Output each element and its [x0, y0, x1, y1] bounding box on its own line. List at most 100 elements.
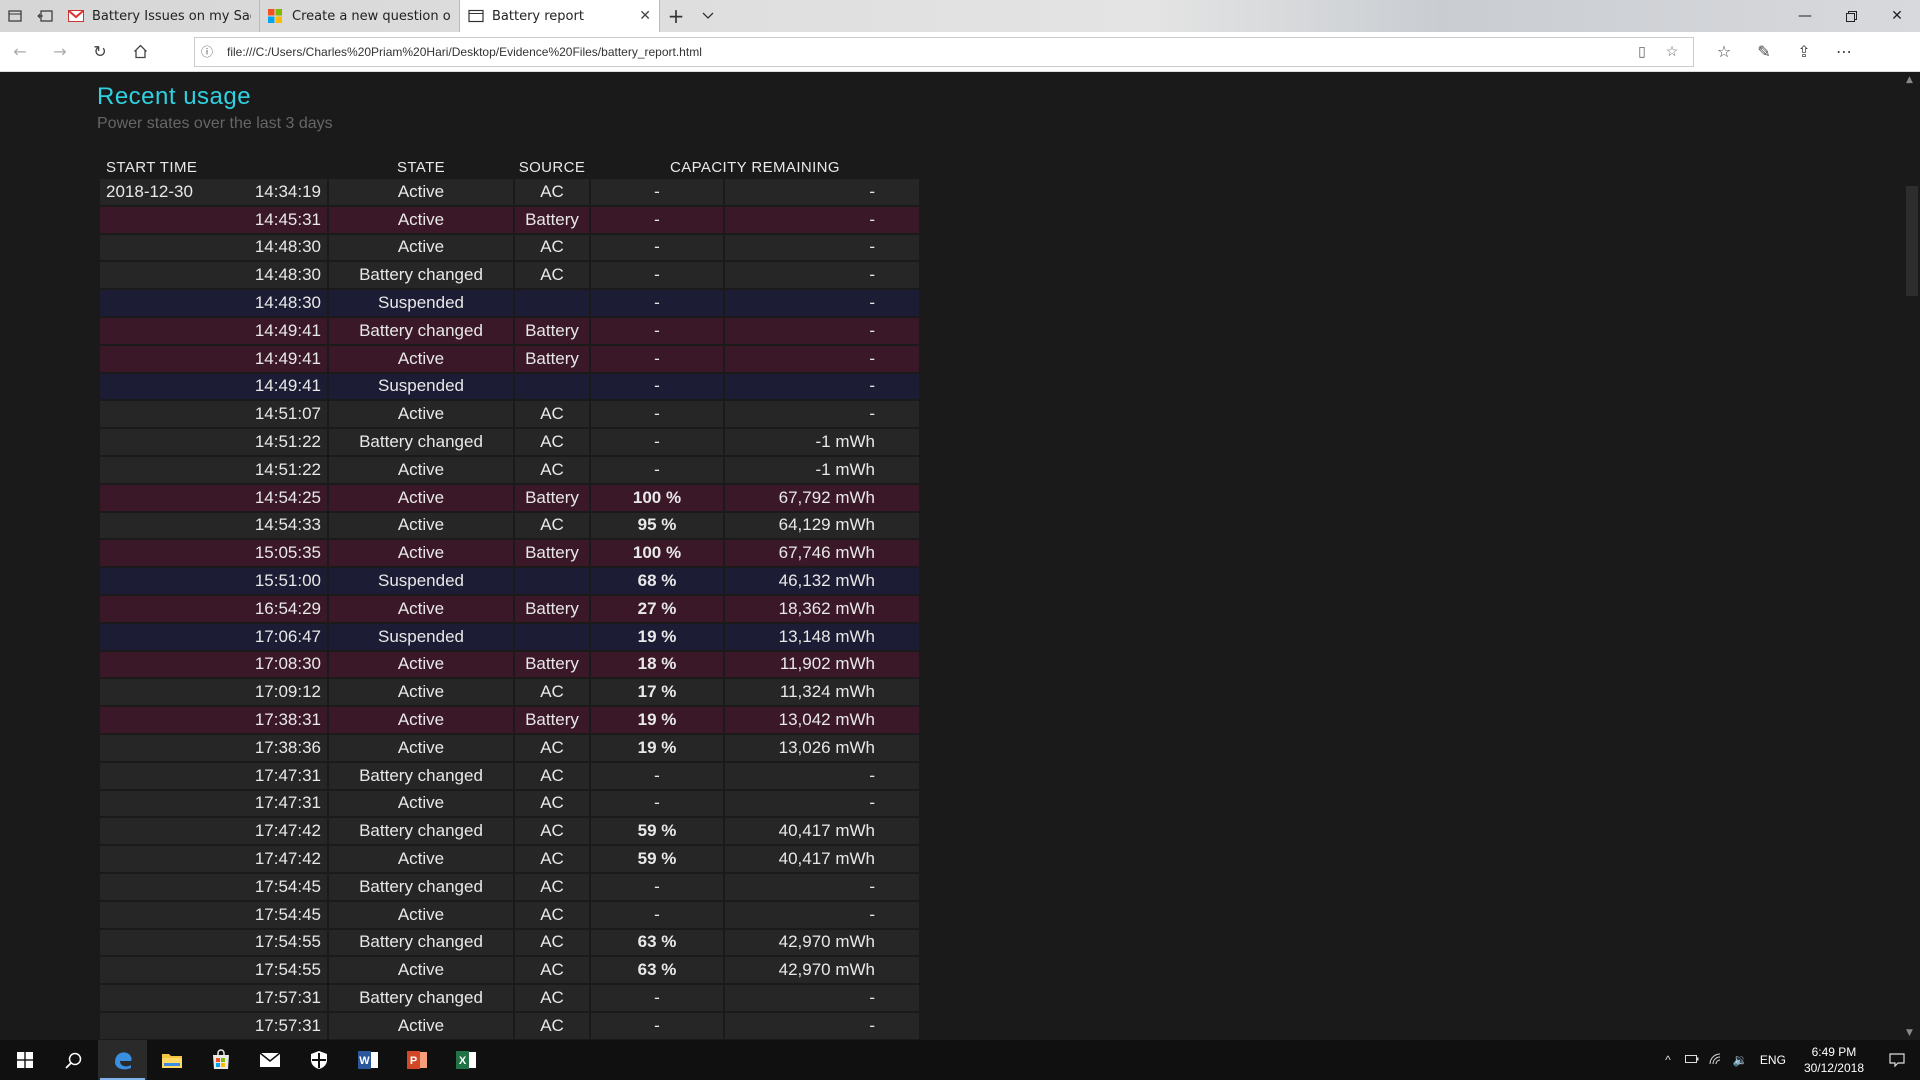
- capacity-percent-cell: -: [591, 429, 723, 455]
- svg-text:W: W: [359, 1055, 370, 1067]
- clock[interactable]: 6:49 PM 30/12/2018: [1794, 1044, 1874, 1076]
- recent-usage-table: START TIME STATE SOURCE CAPACITY REMAINI…: [98, 155, 921, 1040]
- start-time-cell: 17:54:45: [100, 901, 327, 928]
- pen-icon[interactable]: ✎: [1744, 32, 1784, 72]
- action-center-icon[interactable]: [1874, 1052, 1920, 1068]
- start-time-cell: 14:48:30: [100, 290, 327, 316]
- share-icon[interactable]: ⇪: [1784, 32, 1824, 72]
- capacity-percent-cell: 100 %: [591, 484, 723, 511]
- state-cell: Active: [329, 512, 513, 539]
- source-cell: AC: [515, 429, 589, 455]
- svg-text:P: P: [409, 1055, 416, 1067]
- reading-view-icon[interactable]: ▯: [1627, 43, 1657, 60]
- new-tab-icon[interactable]: +: [660, 0, 692, 32]
- time-text: 14:51:07: [254, 404, 321, 424]
- tab-microsoft[interactable]: Create a new question or st: [260, 0, 460, 32]
- source-cell: Battery: [515, 595, 589, 622]
- mail-icon[interactable]: [245, 1040, 294, 1080]
- show-hidden-icons-icon[interactable]: ^: [1656, 1053, 1680, 1067]
- start-time-cell: 17:47:42: [100, 846, 327, 872]
- capacity-percent-cell: -: [591, 790, 723, 817]
- set-aside-tabs-icon[interactable]: [30, 0, 60, 32]
- address-bar[interactable]: ⓘ file:///C:/Users/Charles%20Priam%20Har…: [194, 36, 1694, 67]
- scrollbar-thumb[interactable]: [1906, 186, 1918, 296]
- start-time-cell: 17:38:31: [100, 707, 327, 733]
- volume-icon[interactable]: 🔉: [1728, 1053, 1752, 1067]
- start-time-cell: 17:47:31: [100, 762, 327, 789]
- chevron-down-icon[interactable]: [692, 0, 724, 32]
- state-cell: Battery changed: [329, 317, 513, 344]
- power-icon[interactable]: [1680, 1053, 1704, 1067]
- favorites-icon[interactable]: ☆: [1704, 32, 1744, 72]
- state-cell: Active: [329, 846, 513, 872]
- tab-manager-icon[interactable]: [0, 0, 30, 32]
- back-icon[interactable]: ←: [0, 32, 40, 72]
- table-row: 14:45:31 Active Battery - -: [100, 206, 919, 233]
- language-indicator[interactable]: ENG: [1752, 1053, 1794, 1067]
- capacity-percent-cell: -: [591, 401, 723, 428]
- minimize-icon[interactable]: —: [1782, 0, 1828, 32]
- favorite-star-icon[interactable]: ☆: [1657, 43, 1687, 60]
- store-icon[interactable]: [196, 1040, 245, 1080]
- wifi-icon[interactable]: [1704, 1053, 1728, 1068]
- state-cell: Active: [329, 679, 513, 706]
- tab-gmail[interactable]: Battery Issues on my Sager: [60, 0, 260, 32]
- table-row: 17:38:31 Active Battery 19 % 13,042 mWh: [100, 707, 919, 733]
- source-cell: Battery: [515, 345, 589, 372]
- scrollbar[interactable]: ▲ ▼: [1902, 73, 1920, 1040]
- clock-time: 6:49 PM: [1811, 1045, 1857, 1059]
- security-icon[interactable]: [294, 1040, 343, 1080]
- info-icon[interactable]: ⓘ: [201, 43, 219, 60]
- title-bar-spacer: [724, 0, 1782, 32]
- time-text: 16:54:29: [254, 598, 321, 618]
- more-icon[interactable]: ⋯: [1824, 32, 1864, 72]
- capacity-mwh-cell: -: [725, 206, 919, 233]
- restore-icon[interactable]: [1828, 0, 1874, 32]
- capacity-percent-cell: -: [591, 206, 723, 233]
- capacity-mwh-cell: -: [725, 262, 919, 289]
- tab-battery-report[interactable]: Battery report ✕: [460, 0, 660, 32]
- search-icon[interactable]: [49, 1040, 98, 1080]
- start-time-cell: 17:57:31: [100, 1012, 327, 1039]
- close-window-icon[interactable]: ✕: [1874, 0, 1920, 32]
- source-cell: AC: [515, 818, 589, 845]
- capacity-mwh-cell: 42,970 mWh: [725, 929, 919, 956]
- home-icon[interactable]: [120, 32, 160, 72]
- time-text: 14:51:22: [254, 432, 321, 452]
- state-cell: Battery changed: [329, 429, 513, 455]
- table-row: 17:09:12 Active AC 17 % 11,324 mWh: [100, 679, 919, 706]
- word-icon[interactable]: W: [343, 1040, 392, 1080]
- scroll-up-icon[interactable]: ▲: [1906, 75, 1913, 85]
- state-cell: Active: [329, 401, 513, 428]
- scroll-down-icon[interactable]: ▼: [1906, 1028, 1913, 1038]
- date-text: 2018-12-30: [106, 181, 193, 201]
- time-text: 15:51:00: [254, 571, 321, 591]
- tab-label: Battery Issues on my Sager: [92, 8, 251, 24]
- capacity-percent-cell: 63 %: [591, 929, 723, 956]
- refresh-icon[interactable]: ↻: [80, 32, 120, 72]
- edge-icon[interactable]: [98, 1040, 147, 1080]
- capacity-percent-cell: -: [591, 762, 723, 789]
- start-icon[interactable]: [0, 1040, 49, 1080]
- close-tab-icon[interactable]: ✕: [639, 8, 651, 24]
- capacity-mwh-cell: -: [725, 901, 919, 928]
- state-cell: Active: [329, 901, 513, 928]
- table-row: 2018-12-30 14:34:19 Active AC - -: [100, 179, 919, 205]
- source-cell: AC: [515, 985, 589, 1011]
- table-row: 17:54:55 Active AC 63 % 42,970 mWh: [100, 957, 919, 984]
- capacity-mwh-cell: -: [725, 179, 919, 205]
- table-row: 17:08:30 Active Battery 18 % 11,902 mWh: [100, 651, 919, 678]
- excel-icon[interactable]: X: [441, 1040, 490, 1080]
- powerpoint-icon[interactable]: P: [392, 1040, 441, 1080]
- start-time-cell: 2018-12-30 14:34:19: [100, 179, 327, 205]
- file-explorer-icon[interactable]: [147, 1040, 196, 1080]
- state-cell: Active: [329, 234, 513, 261]
- state-cell: Battery changed: [329, 929, 513, 956]
- state-cell: Battery changed: [329, 818, 513, 845]
- table-row: 14:48:30 Battery changed AC - -: [100, 262, 919, 289]
- capacity-percent-cell: 59 %: [591, 846, 723, 872]
- forward-icon[interactable]: →: [40, 32, 80, 72]
- column-header: STATE: [396, 158, 446, 176]
- table-row: 14:51:22 Active AC - -1 mWh: [100, 456, 919, 483]
- capacity-mwh-cell: 13,042 mWh: [725, 707, 919, 733]
